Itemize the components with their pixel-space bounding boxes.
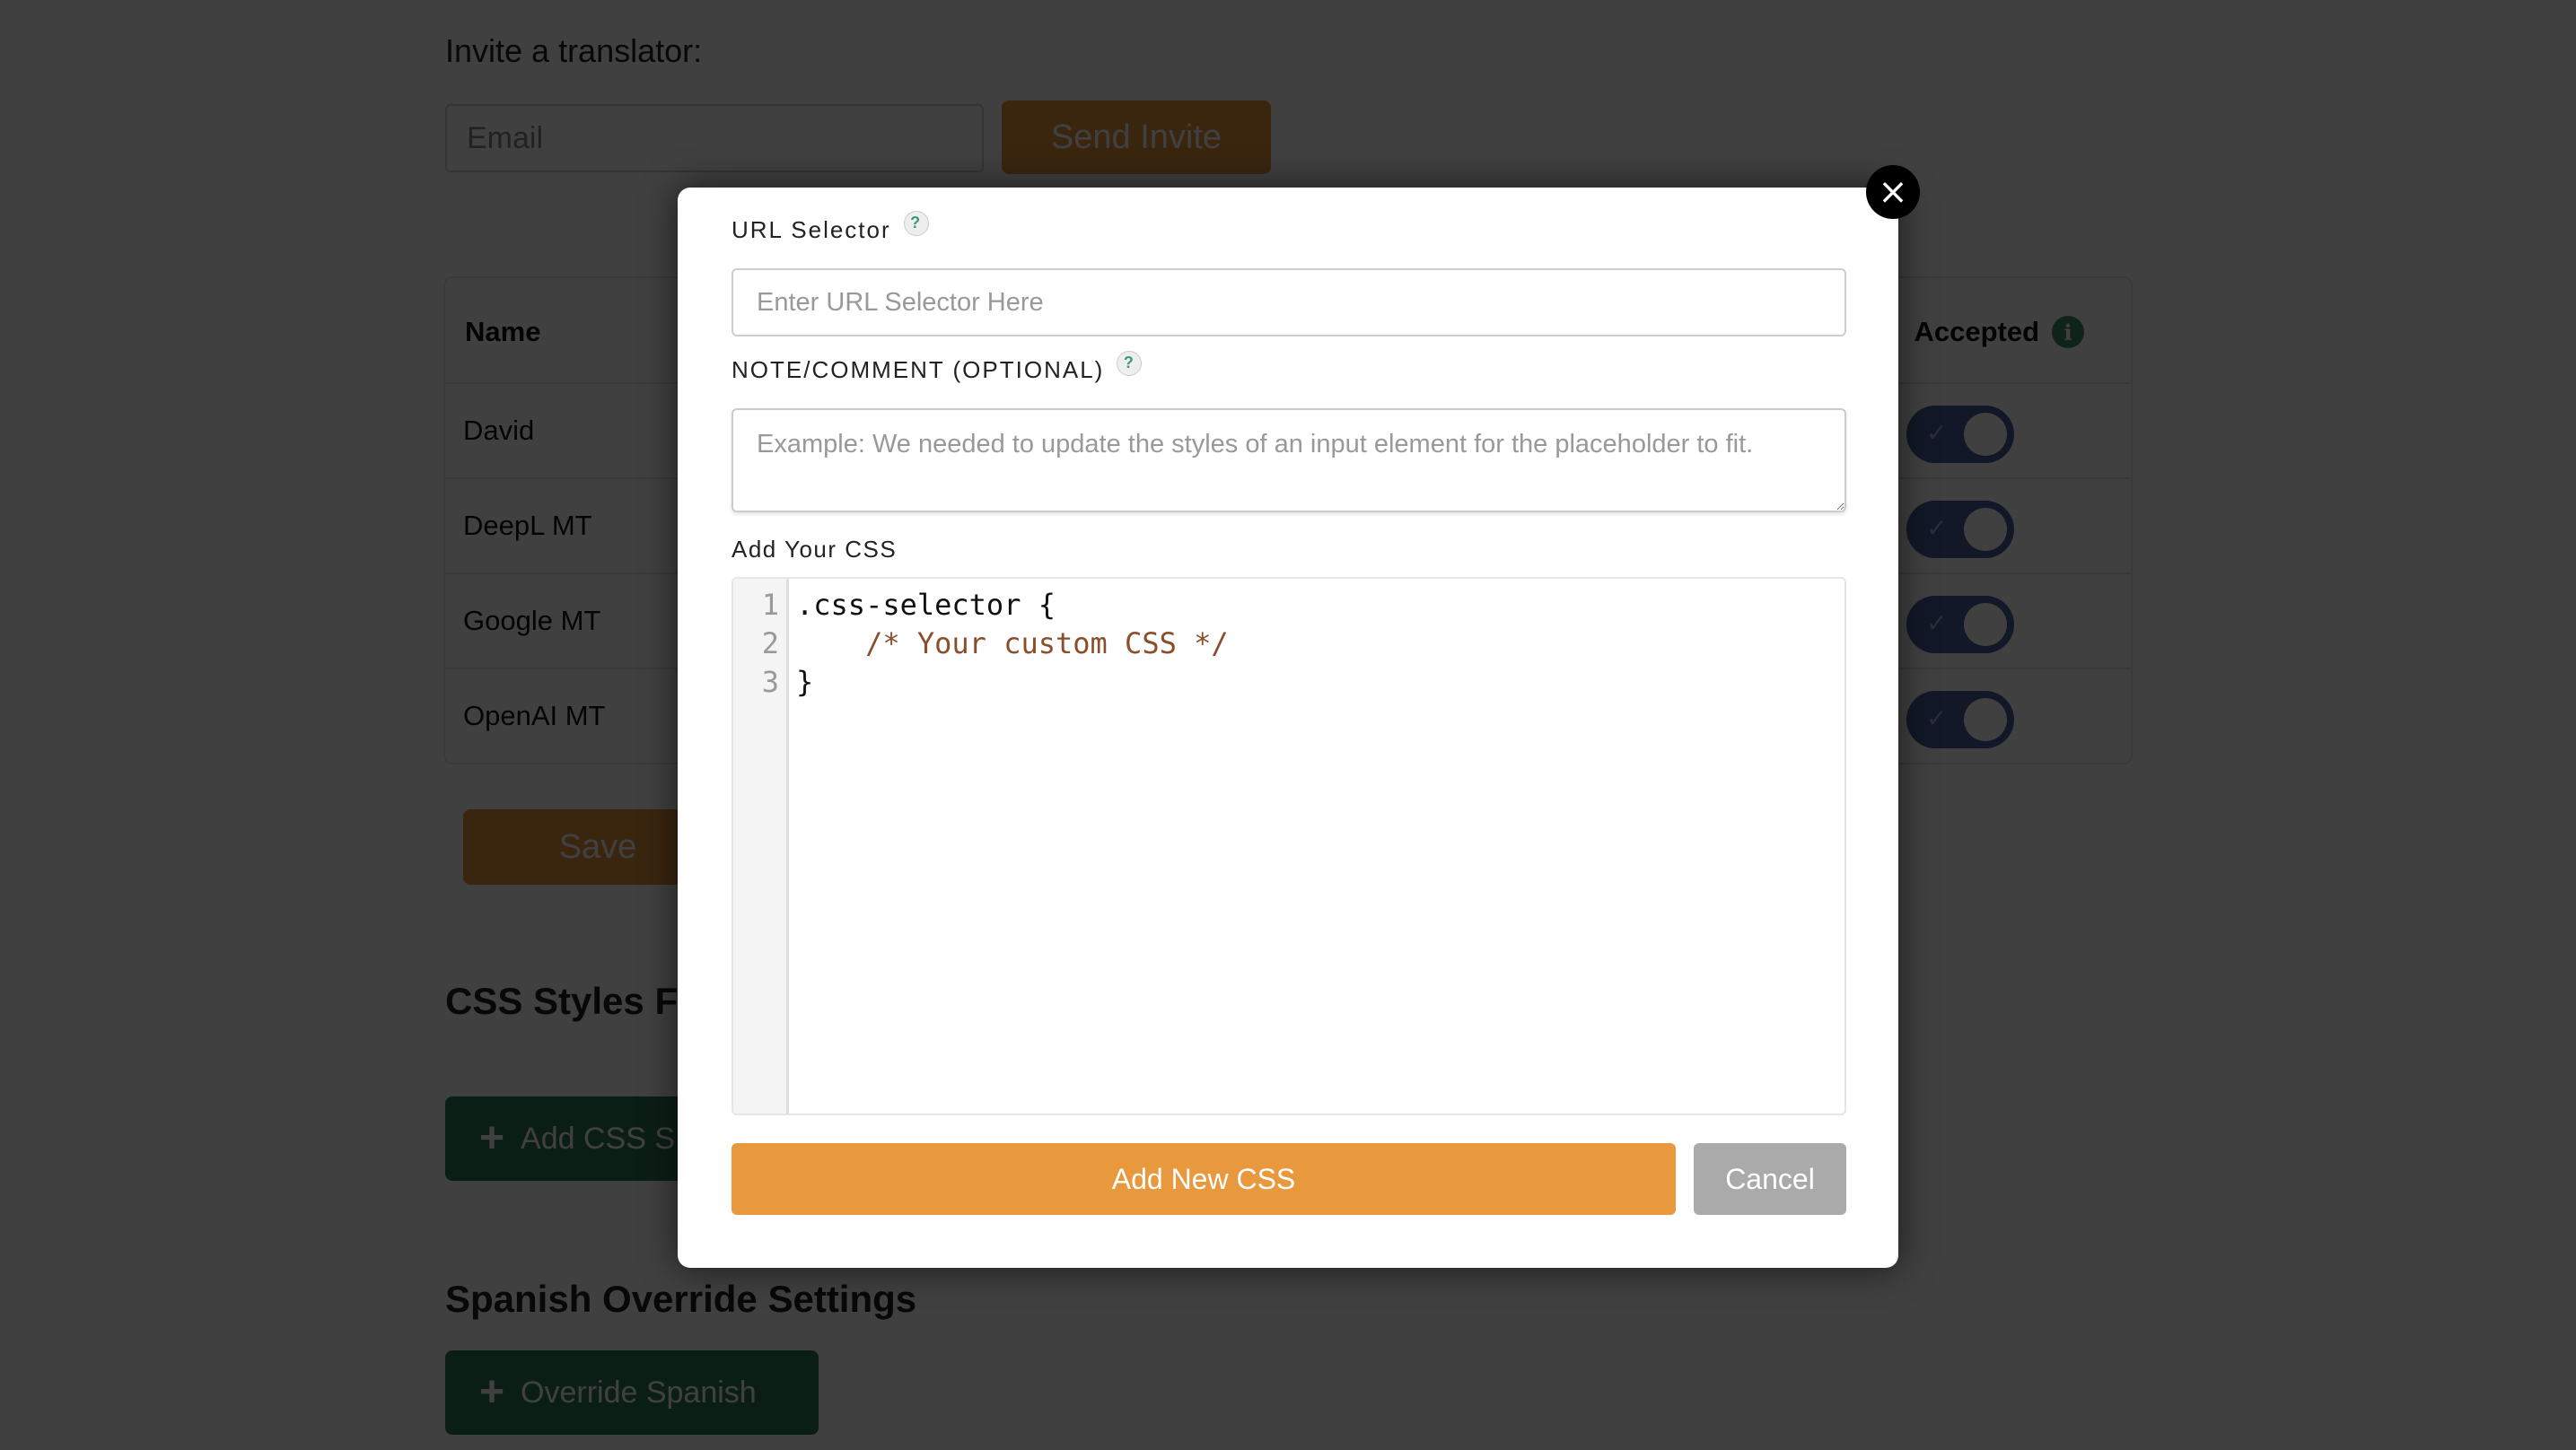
url-selector-input[interactable] [732, 268, 1846, 336]
note-label: NOTE/COMMENT (OPTIONAL) ? [732, 350, 1143, 384]
close-icon: × [1878, 171, 1908, 213]
line-number-gutter: 1 2 3 [733, 579, 789, 1114]
add-css-modal: URL Selector ? NOTE/COMMENT (OPTIONAL) ?… [678, 188, 1898, 1268]
code-content[interactable]: .css-selector { /* Your custom CSS */ } [796, 586, 1844, 702]
line-number: 1 [761, 588, 779, 622]
note-textarea[interactable] [732, 408, 1846, 512]
cancel-button[interactable]: Cancel [1694, 1143, 1846, 1215]
line-number: 3 [761, 665, 779, 699]
help-icon[interactable]: ? [1117, 350, 1143, 376]
help-icon[interactable]: ? [903, 210, 929, 236]
line-number: 2 [761, 626, 779, 660]
css-code-editor[interactable]: 1 2 3 .css-selector { /* Your custom CSS… [732, 577, 1846, 1115]
add-new-css-button[interactable]: Add New CSS [732, 1143, 1676, 1215]
code-line-comment: /* Your custom CSS */ [796, 626, 1229, 660]
note-label-text: NOTE/COMMENT (OPTIONAL) [732, 356, 1105, 383]
css-editor-label-text: Add Your CSS [732, 536, 898, 563]
close-modal-button[interactable]: × [1866, 165, 1920, 219]
url-selector-label-text: URL Selector [732, 216, 891, 243]
css-editor-label: Add Your CSS [732, 536, 897, 563]
code-line: .css-selector { [796, 588, 1056, 622]
url-selector-label: URL Selector ? [732, 210, 929, 244]
code-line: } [796, 665, 814, 699]
